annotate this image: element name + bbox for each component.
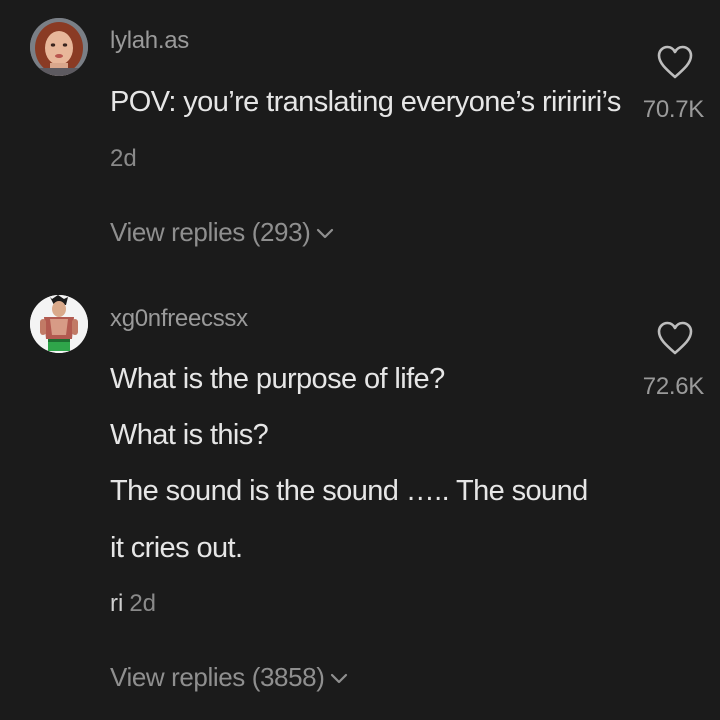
chevron-down-icon: [317, 228, 334, 238]
comment-text-line: What is the purpose of life?: [110, 363, 445, 395]
comment-1: lylah.as POV: you’re translating everyon…: [0, 0, 720, 280]
avatar-photo-icon: [30, 18, 88, 76]
chevron-down-icon: [331, 673, 348, 683]
comment-text-line: What is this?: [110, 419, 269, 451]
comment-text-line: The sound is the sound ….. The sound: [110, 475, 588, 507]
username[interactable]: lylah.as: [110, 27, 189, 55]
view-replies-button[interactable]: View replies (3858): [110, 662, 348, 693]
avatar[interactable]: [30, 18, 88, 76]
view-replies-label: View replies (293): [110, 217, 311, 247]
heart-icon[interactable]: [656, 320, 694, 356]
comment-meta: 2d: [110, 145, 137, 173]
username[interactable]: xg0nfreecssx: [110, 305, 248, 333]
timestamp: 2d: [110, 145, 137, 172]
like-count: 70.7K: [642, 96, 705, 123]
like-count: 72.6K: [642, 373, 705, 400]
reply-tag: ri: [110, 590, 124, 617]
heart-icon[interactable]: [656, 44, 694, 80]
comment-2: xg0nfreecssx What is the purpose of life…: [0, 280, 720, 720]
avatar[interactable]: [30, 295, 88, 353]
comment-meta: ri 2d: [110, 590, 156, 618]
view-replies-label: View replies (3858): [110, 662, 325, 692]
comment-text: POV: you’re translating everyone’s ririr…: [110, 86, 621, 118]
comment-text-line: it cries out.: [110, 532, 243, 564]
view-replies-button[interactable]: View replies (293): [110, 217, 334, 248]
avatar-anime-character-icon: [30, 295, 88, 353]
timestamp: 2d: [129, 590, 157, 617]
